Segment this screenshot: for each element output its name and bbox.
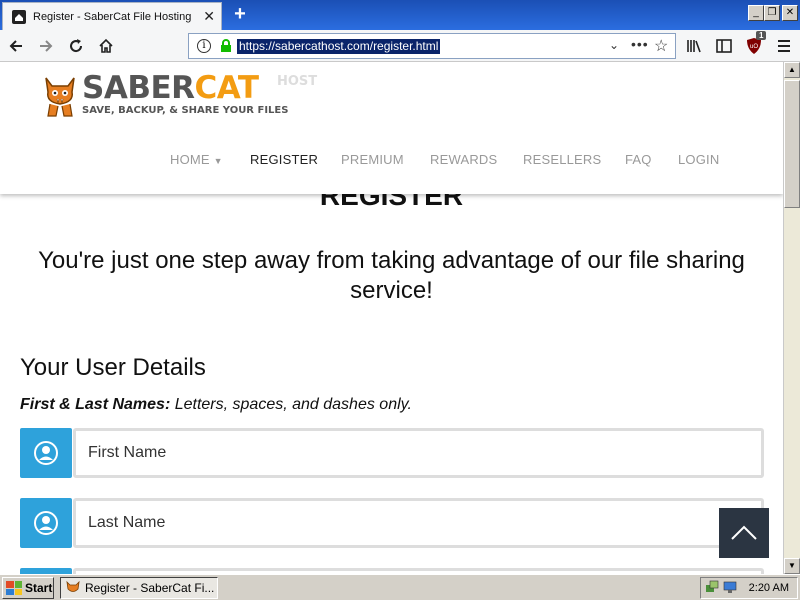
nav-home-label: HOME — [170, 152, 210, 167]
home-icon[interactable] — [96, 36, 116, 56]
window-minimize-button[interactable]: _ — [748, 5, 764, 21]
tab-bar: Register - SaberCat File Hosting ✕ + _ ❐… — [0, 0, 800, 30]
back-to-top-button[interactable] — [719, 508, 769, 558]
back-icon[interactable] — [6, 36, 26, 56]
chevron-down-icon[interactable]: ⌄ — [609, 38, 619, 52]
logo-host-text: HOST — [277, 74, 318, 89]
scroll-up-arrow-icon[interactable]: ▲ — [784, 62, 800, 78]
page-actions-icon[interactable]: ••• — [631, 36, 649, 52]
scrollbar-thumb[interactable] — [784, 80, 800, 208]
start-button[interactable]: Start — [2, 577, 54, 599]
nav-resellers[interactable]: RESELLERS — [523, 152, 601, 167]
logo-word-cat: CAT — [194, 70, 259, 106]
chevron-up-icon — [731, 525, 757, 540]
nav-login[interactable]: LOGIN — [678, 152, 719, 167]
names-hint-label: First & Last Names: — [20, 396, 171, 413]
logo-word-saber: SABER — [82, 70, 195, 106]
logo-wordmark[interactable]: SABERCAT — [82, 70, 259, 106]
main-nav: HOME ▼ REGISTER PREMIUM REWARDS RESELLER… — [0, 152, 783, 172]
intro-text: You're just one step away from taking ad… — [38, 247, 745, 304]
tab-register[interactable]: Register - SaberCat File Hosting ✕ — [2, 2, 222, 30]
sabercat-logo-icon[interactable] — [40, 72, 80, 118]
home-favicon-icon — [11, 9, 27, 25]
ublock-count-badge: 1 — [756, 31, 767, 40]
nav-home[interactable]: HOME ▼ — [170, 152, 223, 167]
library-icon[interactable] — [686, 38, 702, 57]
vertical-scrollbar[interactable]: ▲ ▼ — [783, 62, 800, 574]
lock-icon — [219, 39, 233, 53]
tab-close-icon[interactable]: ✕ — [203, 8, 215, 24]
tray-network-icon[interactable] — [705, 580, 719, 597]
window-close-button[interactable]: ✕ — [782, 5, 798, 21]
tray-display-icon[interactable] — [723, 580, 737, 597]
nav-rewards[interactable]: REWARDS — [430, 152, 497, 167]
page-viewport: REGISTER You're just one step away from … — [0, 62, 783, 574]
info-icon[interactable]: i — [197, 39, 211, 53]
first-name-row — [20, 428, 764, 478]
system-tray: 2:20 AM — [700, 577, 798, 599]
url-bar[interactable]: i https://sabercathost.com/register.html… — [188, 33, 676, 59]
names-hint-text: Letters, spaces, and dashes only. — [174, 396, 412, 413]
windows-logo-icon — [6, 581, 22, 595]
last-name-row — [20, 498, 764, 548]
logo-tagline: SAVE, BACKUP, & SHARE YOUR FILES — [82, 105, 289, 116]
section-heading: Your User Details — [20, 354, 206, 381]
first-name-input[interactable] — [73, 428, 764, 478]
scroll-down-arrow-icon[interactable]: ▼ — [784, 558, 800, 574]
sabercat-task-icon — [65, 580, 81, 597]
clock: 2:20 AM — [748, 582, 789, 594]
svg-text:uO: uO — [750, 44, 758, 50]
taskbar-window-label: Register - SaberCat Fi... — [85, 581, 215, 595]
window-restore-button[interactable]: ❐ — [764, 5, 780, 21]
url-text[interactable]: https://sabercathost.com/register.html — [237, 38, 441, 54]
new-tab-icon[interactable]: + — [230, 4, 250, 24]
forward-icon[interactable] — [36, 36, 56, 56]
reload-icon[interactable] — [66, 36, 86, 56]
site-header: SABERCAT HOST SAVE, BACKUP, & SHARE YOUR… — [0, 62, 783, 194]
nav-register[interactable]: REGISTER — [250, 152, 318, 167]
taskbar: Start Register - SaberCat Fi... 2:20 AM — [0, 574, 800, 600]
tab-title: Register - SaberCat File Hosting — [33, 10, 192, 23]
names-hint: First & Last Names: Letters, spaces, and… — [20, 396, 412, 414]
nav-toolbar: i https://sabercathost.com/register.html… — [0, 30, 800, 62]
taskbar-window-button[interactable]: Register - SaberCat Fi... — [60, 577, 218, 599]
start-label: Start — [25, 581, 53, 595]
user-icon — [20, 428, 72, 478]
nav-premium[interactable]: PREMIUM — [341, 152, 404, 167]
hamburger-menu-icon[interactable] — [776, 38, 792, 57]
bookmark-star-icon[interactable]: ☆ — [654, 36, 668, 56]
user-icon — [20, 498, 72, 548]
nav-faq[interactable]: FAQ — [625, 152, 652, 167]
last-name-input[interactable] — [73, 498, 764, 548]
ublock-shield-icon[interactable]: uO — [746, 37, 762, 58]
caret-down-icon: ▼ — [213, 156, 223, 166]
sidebar-icon[interactable] — [716, 38, 732, 57]
